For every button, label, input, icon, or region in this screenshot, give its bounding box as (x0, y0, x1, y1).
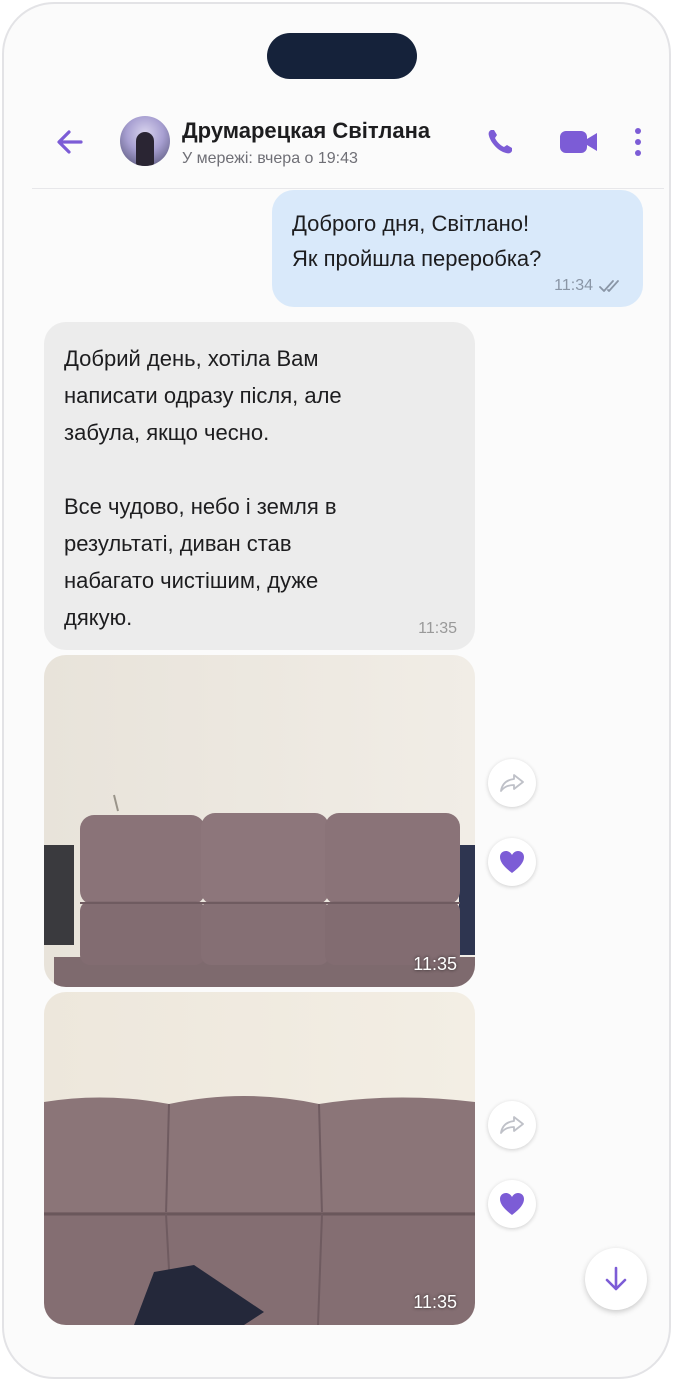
chat-header: Друмарецкая Світлана У мережі: вчера о 1… (32, 100, 664, 189)
message-time: 11:35 (413, 1292, 457, 1312)
outgoing-message[interactable]: Доброго дня, Світлано! Як пройшла переро… (272, 190, 643, 307)
arrow-left-icon (57, 130, 83, 154)
call-button[interactable] (484, 126, 516, 163)
message-time: 11:35 (413, 954, 457, 974)
message-text: Добрий день, хотіла Вам написати одразу … (64, 346, 342, 630)
avatar[interactable] (120, 116, 170, 166)
double-check-icon (599, 280, 619, 292)
video-camera-icon (560, 131, 597, 153)
avatar-figure (136, 132, 154, 166)
video-call-button[interactable] (558, 126, 600, 163)
like-button[interactable] (488, 1180, 536, 1228)
sofa-photo (44, 655, 475, 987)
photo-message[interactable]: 11:35 (44, 992, 475, 1325)
back-button[interactable] (52, 124, 88, 160)
incoming-message[interactable]: Добрий день, хотіла Вам написати одразу … (44, 322, 475, 650)
forward-button[interactable] (488, 759, 536, 807)
forward-button[interactable] (488, 1101, 536, 1149)
message-text: Доброго дня, Світлано! Як пройшла переро… (292, 211, 542, 271)
message-time: 11:34 (554, 277, 593, 294)
sofa-photo (44, 992, 475, 1325)
message-time: 11:35 (418, 620, 457, 637)
arrow-down-icon (605, 1266, 627, 1291)
phone-icon (488, 130, 512, 154)
more-vertical-icon (635, 128, 641, 156)
scroll-down-button[interactable] (585, 1248, 647, 1310)
forward-icon (500, 774, 524, 792)
message-meta: 11:34 (554, 277, 623, 295)
contact-name[interactable]: Друмарецкая Світлана (182, 118, 430, 144)
phone-frame: Друмарецкая Світлана У мережі: вчера о 1… (2, 2, 671, 1379)
forward-icon (500, 1116, 524, 1134)
heart-icon (500, 1193, 524, 1215)
more-options-button[interactable] (630, 126, 646, 165)
heart-icon (500, 851, 524, 873)
like-button[interactable] (488, 838, 536, 886)
photo-message[interactable]: 11:35 (44, 655, 475, 987)
camera-notch (267, 33, 417, 79)
contact-status: У мережі: вчера о 19:43 (182, 150, 358, 167)
